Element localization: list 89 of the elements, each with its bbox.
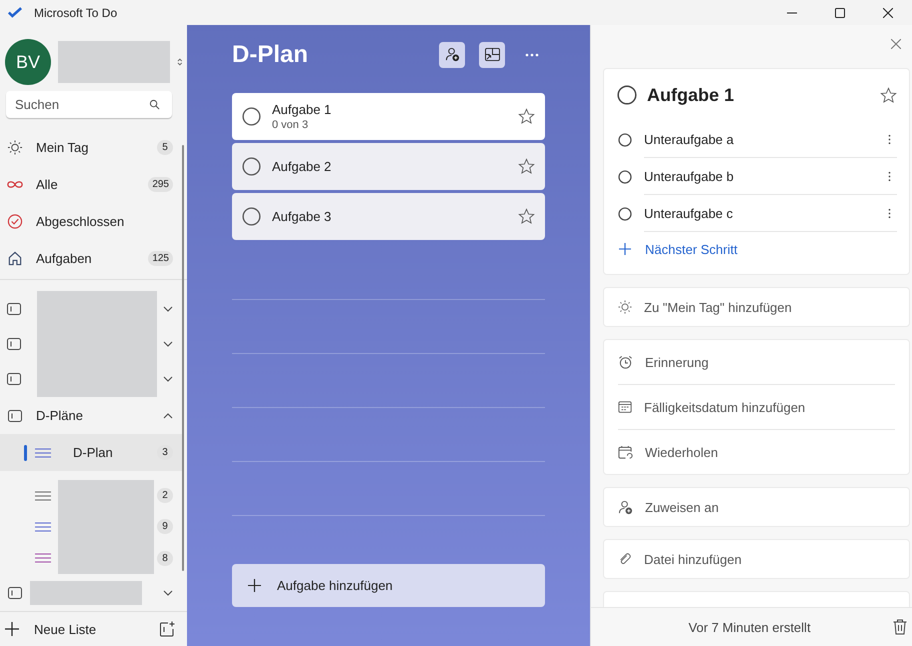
- count-badge: 5: [157, 140, 173, 155]
- group-item[interactable]: D-Pläne: [0, 397, 187, 434]
- person-add-icon: [444, 47, 460, 62]
- search-icon: [149, 99, 160, 110]
- star-icon[interactable]: [518, 108, 535, 125]
- window-title: Microsoft To Do: [34, 6, 118, 20]
- group-icon[interactable]: [7, 302, 21, 315]
- list-icon[interactable]: [35, 553, 51, 564]
- chevron-icon[interactable]: [163, 306, 173, 312]
- group-icon[interactable]: [7, 586, 23, 598]
- list-icon[interactable]: [35, 522, 51, 532]
- count-badge: 9: [157, 519, 173, 534]
- background-button[interactable]: [479, 42, 505, 68]
- list-item[interactable]: D-Plan 3: [0, 434, 182, 471]
- person-add-icon: [618, 500, 633, 514]
- task-title: Aufgabe 1: [272, 102, 332, 117]
- plus-icon: [5, 622, 19, 636]
- alarm-clock-icon: [618, 354, 633, 370]
- checkbox-icon[interactable]: [242, 107, 261, 126]
- trash-icon[interactable]: [893, 619, 907, 635]
- chevron-icon[interactable]: [163, 340, 173, 347]
- date-option[interactable]: Erinnerung: [618, 340, 895, 385]
- checkbox-icon[interactable]: [242, 157, 261, 176]
- avatar[interactable]: BV: [5, 39, 51, 85]
- checkbox-icon[interactable]: [617, 85, 637, 105]
- count-badge: 8: [157, 550, 173, 566]
- sidebar-item[interactable]: Abgeschlossen: [0, 203, 187, 240]
- home-icon: [7, 251, 23, 266]
- calendar-icon: [618, 400, 632, 414]
- app-logo-icon: [8, 7, 22, 18]
- my-day-button[interactable]: Zu "Mein Tag" hinzufügen: [603, 287, 910, 327]
- task-card[interactable]: Aufgabe 2: [232, 143, 545, 190]
- group-icon[interactable]: [7, 373, 21, 386]
- list-icon[interactable]: [35, 490, 51, 501]
- new-list-button[interactable]: Neue Liste: [5, 622, 159, 636]
- list-title: D-Plan: [232, 40, 308, 68]
- more-icon[interactable]: [888, 132, 891, 146]
- new-group-icon[interactable]: [159, 621, 175, 637]
- chevron-icon[interactable]: [163, 590, 173, 596]
- task-title: Aufgabe 2: [272, 159, 332, 174]
- sidebar-item[interactable]: Alle 295: [0, 166, 187, 203]
- calendar-repeat-icon: [618, 444, 633, 460]
- task-card[interactable]: Aufgabe 3: [232, 193, 545, 240]
- sun-icon: [7, 140, 23, 155]
- more-icon[interactable]: [888, 206, 891, 220]
- date-option[interactable]: Wiederholen: [618, 430, 895, 474]
- sidebar-item[interactable]: Aufgaben 125: [0, 240, 187, 277]
- assign-button[interactable]: Zuweisen an: [603, 487, 910, 527]
- task-title: Aufgabe 3: [272, 209, 332, 224]
- checkbox-icon[interactable]: [618, 206, 632, 220]
- count-badge: 125: [148, 251, 173, 266]
- task-progress: 0 von 3: [272, 119, 310, 131]
- step-title: Unteraufgabe c: [644, 206, 733, 220]
- check-circle-icon: [7, 214, 23, 229]
- sun-icon: [618, 300, 632, 314]
- count-badge: 295: [148, 177, 173, 192]
- chevron-icon[interactable]: [163, 376, 173, 382]
- task-title: Aufgabe 1: [647, 84, 736, 106]
- sidebar-item[interactable]: Mein Tag 5: [0, 129, 187, 166]
- step-title: Unteraufgabe b: [644, 168, 734, 184]
- task-card[interactable]: Aufgabe 1 0 von 3: [232, 93, 545, 140]
- attach-file-button[interactable]: Datei hinzufügen: [603, 539, 910, 579]
- star-icon[interactable]: [518, 158, 535, 175]
- checkbox-icon[interactable]: [618, 170, 632, 184]
- switch-account-icon[interactable]: [177, 57, 183, 67]
- maximize-icon[interactable]: [835, 8, 845, 18]
- star-icon[interactable]: [880, 86, 897, 104]
- group-icon: [7, 410, 23, 422]
- search-field[interactable]: Suchen: [6, 91, 172, 118]
- picture-icon: [484, 48, 500, 61]
- created-text: Vor 7 Minuten erstellt: [687, 620, 812, 634]
- close-icon[interactable]: [883, 8, 893, 18]
- count-badge: 2: [157, 488, 173, 504]
- group-icon[interactable]: [7, 338, 21, 350]
- step-title: Unteraufgabe a: [644, 132, 734, 146]
- infinity-icon: [7, 180, 23, 189]
- star-icon[interactable]: [518, 208, 535, 225]
- plus-icon: [248, 579, 261, 592]
- date-option[interactable]: Fälligkeitsdatum hinzufügen: [618, 385, 895, 430]
- checkbox-icon[interactable]: [242, 207, 261, 226]
- add-task-field[interactable]: Aufgabe hinzufügen: [232, 564, 545, 607]
- more-icon[interactable]: [888, 170, 891, 182]
- paperclip-icon: [618, 552, 632, 566]
- share-button[interactable]: [439, 42, 465, 68]
- more-icon[interactable]: [525, 52, 539, 56]
- checkbox-icon[interactable]: [618, 132, 632, 146]
- next-step-button[interactable]: Nächster Schritt: [617, 232, 897, 266]
- count-badge: 3: [157, 445, 173, 460]
- plus-icon: [619, 243, 631, 255]
